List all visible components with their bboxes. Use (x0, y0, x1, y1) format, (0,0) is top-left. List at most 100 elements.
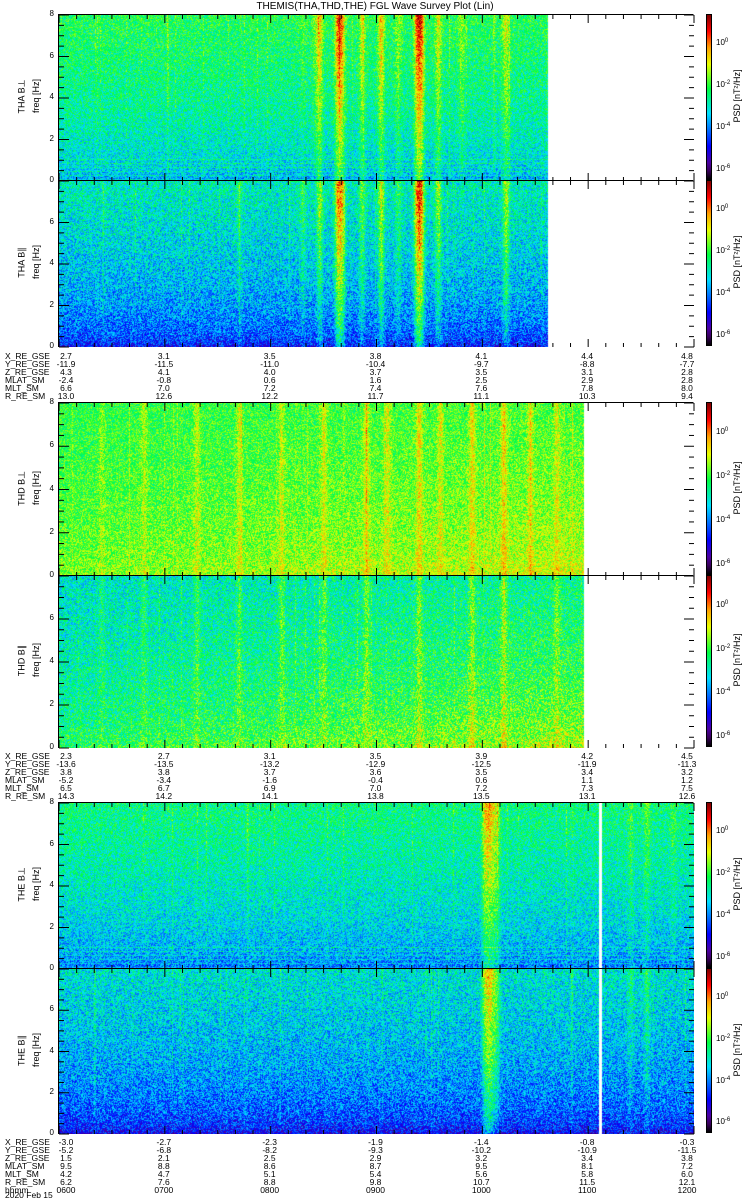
colorbar-tick-exponent: -2 (724, 643, 731, 650)
colorbar-tick-label: 10-6 (716, 952, 731, 962)
colorbar-tick-label: 10-6 (716, 730, 731, 740)
ephemeris-value: 0900 (366, 1185, 385, 1195)
plot-title: THEMIS(THA,THD,THE) FGL Wave Survey Plot… (256, 1, 494, 12)
y-tick-label: 2 (49, 299, 54, 309)
ephemeris-value: 10.3 (578, 391, 596, 401)
ephemeris-value: 11.7 (367, 391, 384, 401)
y-tick-label: 4 (49, 258, 54, 267)
ephemeris-value: 14.3 (57, 791, 75, 801)
ephemeris-value: 12.6 (155, 391, 173, 401)
colorbar-tick-exponent: -6 (724, 1117, 731, 1124)
y-tick-label: 2 (49, 921, 54, 931)
spectrogram-panel-3 (58, 402, 695, 577)
ephemeris-value: 0600 (56, 1185, 76, 1195)
freq-axis-label: freq [Hz] (31, 245, 41, 280)
spectrogram-panel-5 (58, 802, 695, 970)
y-tick-label: 2 (49, 133, 54, 143)
colorbar-tick-exponent: -2 (724, 80, 731, 87)
colorbar-label: PSD [nT²/Hz] (732, 633, 742, 687)
colorbar-tick-label: 10-4 (716, 515, 731, 525)
y-tick-label: 2 (49, 699, 54, 708)
y-tick-label: 0 (49, 570, 54, 579)
freq-axis-label: freq [Hz] (31, 643, 41, 678)
spectrogram-panel-1 (58, 14, 695, 182)
colorbar-tick-exponent: 0 (724, 600, 729, 607)
colorbar (706, 968, 712, 1133)
ephemeris-value: 12.6 (678, 791, 696, 801)
colorbar-label: PSD [nT²/Hz] (732, 461, 742, 515)
ephemeris-value: 1200 (677, 1185, 697, 1195)
colorbar-tick-exponent: -6 (724, 952, 731, 959)
colorbar-tick-exponent: -4 (724, 687, 731, 694)
colorbar-tick-exponent: -4 (724, 122, 731, 129)
colorbar-tick-label: 10-2 (716, 471, 731, 481)
y-tick-label: 4 (49, 880, 54, 889)
colorbar-tick-label: 10-2 (716, 643, 731, 653)
axis-ticks (58, 402, 695, 577)
y-tick-label: 4 (49, 483, 54, 493)
colorbar-tick-exponent: -2 (724, 1033, 731, 1040)
y-tick-label: 0 (49, 742, 54, 751)
ephemeris-value: 9.4 (681, 391, 693, 401)
colorbar-tick-label: 10-4 (716, 1075, 731, 1085)
spectrogram-panel-4 (58, 575, 695, 749)
y-tick-label: 2 (49, 1086, 54, 1096)
colorbar-tick-label: 10-2 (716, 868, 731, 878)
colorbar (706, 180, 712, 346)
ephemeris-value: 11.1 (473, 391, 490, 401)
ephemeris-value: 14.1 (261, 791, 278, 801)
y-tick-label: 6 (49, 216, 54, 226)
colorbar-tick-label: 100 (716, 600, 729, 610)
colorbar-tick-exponent: -2 (724, 471, 731, 478)
ephemeris-value: 14.2 (155, 791, 173, 801)
y-tick-label: 0 (49, 341, 54, 350)
colorbar-tick-exponent: -6 (724, 164, 731, 171)
colorbar-label: PSD [nT²/Hz] (732, 1023, 742, 1077)
panel-ylabel: THE B⊥ (16, 867, 27, 902)
y-tick-label: 4 (49, 92, 54, 101)
date-label: 2020 Feb 15 (5, 1190, 53, 1200)
y-tick-label: 0 (49, 963, 54, 972)
ephemeris-value: 0700 (154, 1185, 174, 1195)
colorbar-tick-exponent: -4 (724, 288, 731, 295)
y-tick-label: 4 (49, 1045, 54, 1055)
colorbar-tick-exponent: 0 (724, 992, 729, 999)
colorbar (706, 802, 712, 968)
ephemeris-value: 13.8 (367, 791, 384, 801)
colorbar-tick-exponent: 0 (724, 427, 729, 434)
y-tick-label: 6 (49, 1004, 54, 1014)
ephemeris-value: 12.2 (261, 391, 278, 401)
ephemeris-row-label: R_RE_SM (5, 391, 46, 401)
colorbar-tick-label: 10-4 (716, 687, 731, 697)
panel-ylabel: THD B∥ (16, 644, 27, 677)
freq-axis-label: freq [Hz] (31, 867, 41, 902)
freq-axis-label: freq [Hz] (31, 1032, 41, 1067)
colorbar-tick-label: 10-4 (716, 288, 731, 298)
y-tick-label: 4 (49, 656, 54, 665)
y-tick-label: 6 (49, 440, 54, 450)
colorbar-tick-exponent: -6 (724, 558, 731, 565)
colorbar (706, 575, 712, 747)
spectrogram-panel-2 (58, 180, 695, 348)
colorbar-tick-exponent: -2 (724, 868, 731, 875)
colorbar-tick-label: 100 (716, 427, 729, 437)
colorbar-tick-label: 10-4 (716, 122, 731, 132)
colorbar-tick-exponent: 0 (724, 204, 729, 211)
colorbar-label: PSD [nT²/Hz] (732, 235, 742, 289)
colorbar (706, 14, 712, 180)
colorbar-tick-label: 10-2 (716, 1033, 731, 1043)
panel-ylabel: THD B⊥ (16, 470, 27, 506)
ephemeris-value: 13.1 (578, 791, 596, 801)
colorbar-tick-label: 100 (716, 38, 729, 48)
colorbar-label: PSD [nT²/Hz] (732, 69, 742, 123)
axis-ticks (58, 180, 695, 348)
colorbar (706, 402, 712, 575)
ephemeris-value: 0800 (260, 1185, 280, 1195)
y-tick-label: 0 (49, 1128, 54, 1137)
colorbar-tick-label: 100 (716, 826, 729, 836)
spectrogram-panel-6 (58, 968, 695, 1135)
colorbar-label: PSD [nT²/Hz] (732, 857, 742, 911)
colorbar-tick-exponent: -6 (724, 730, 731, 737)
freq-axis-label: freq [Hz] (31, 79, 41, 114)
colorbar-tick-label: 100 (716, 204, 729, 214)
